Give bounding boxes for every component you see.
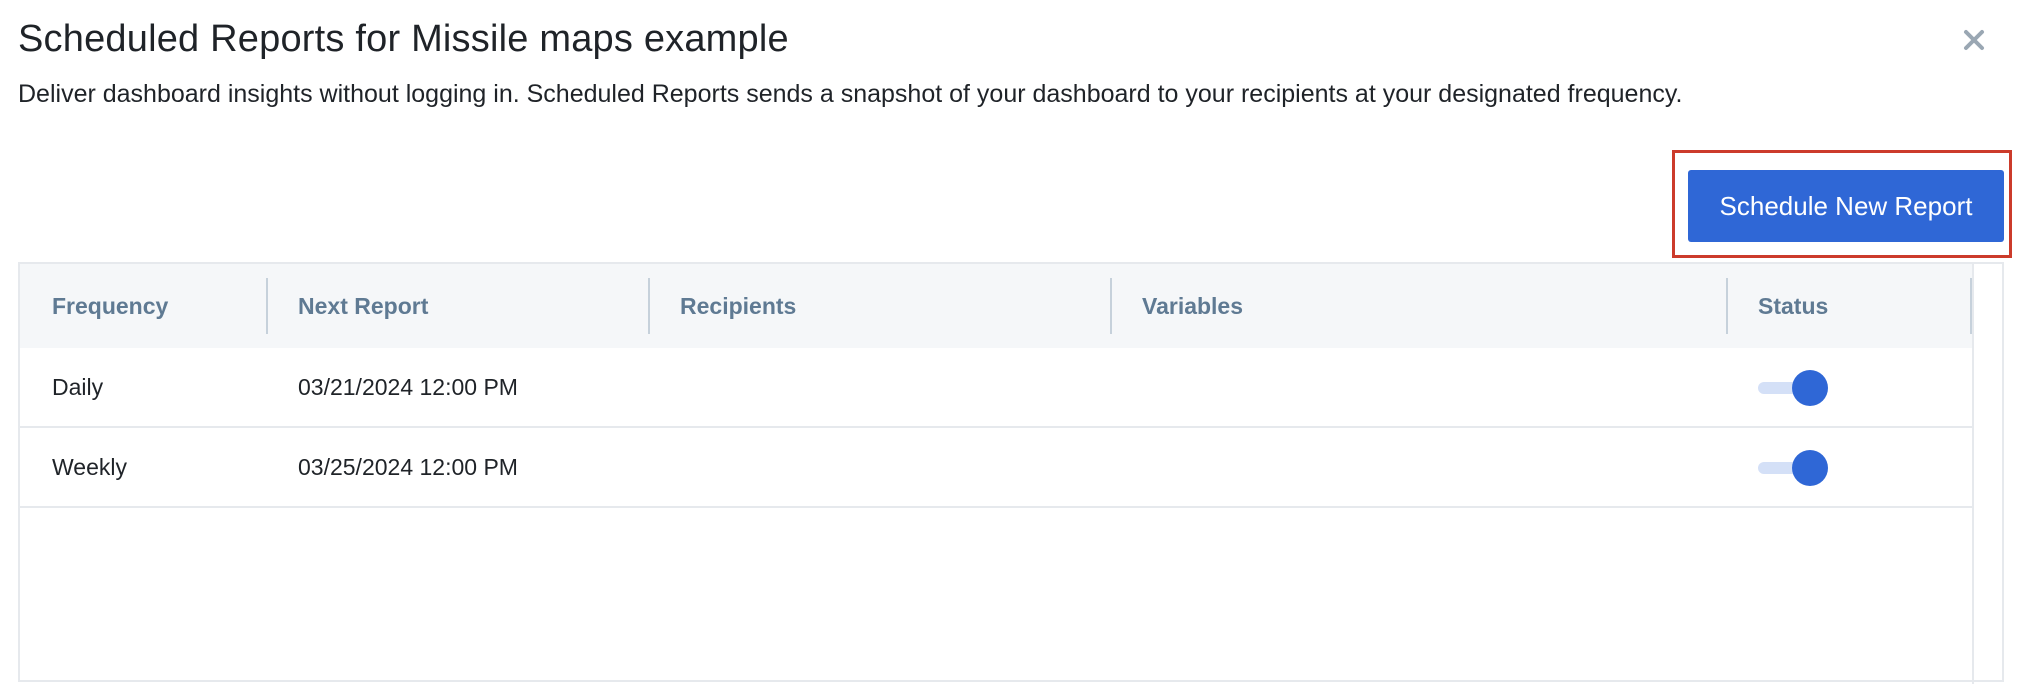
column-divider[interactable] xyxy=(1726,278,1728,334)
column-divider[interactable] xyxy=(1110,278,1112,334)
column-divider[interactable] xyxy=(648,278,650,334)
toggle-knob xyxy=(1792,450,1828,486)
scheduled-reports-modal: Scheduled Reports for Missile maps examp… xyxy=(0,0,2022,684)
cell-next-report: 03/25/2024 12:00 PM xyxy=(298,453,518,480)
status-toggle[interactable] xyxy=(1758,368,1828,408)
cell-frequency: Weekly xyxy=(52,453,127,480)
column-header-next-report[interactable]: Next Report xyxy=(298,264,428,348)
column-header-status[interactable]: Status xyxy=(1758,264,1828,348)
column-header-recipients[interactable]: Recipients xyxy=(680,264,796,348)
cell-frequency: Daily xyxy=(52,373,104,400)
close-icon xyxy=(1964,30,1984,50)
table-row[interactable]: Weekly 03/25/2024 12:00 PM xyxy=(20,428,1972,508)
modal-title: Scheduled Reports for Missile maps examp… xyxy=(18,18,789,60)
toggle-knob xyxy=(1792,370,1828,406)
cell-next-report: 03/21/2024 12:00 PM xyxy=(298,373,518,400)
scheduled-reports-table: Frequency Next Report Recipients Variabl… xyxy=(18,262,2004,684)
schedule-new-report-button[interactable]: Schedule New Report xyxy=(1688,170,2004,242)
table-header: Frequency Next Report Recipients Variabl… xyxy=(20,264,1974,348)
column-header-frequency[interactable]: Frequency xyxy=(52,264,168,348)
column-header-variables[interactable]: Variables xyxy=(1142,264,1243,348)
column-divider[interactable] xyxy=(266,278,268,334)
status-toggle[interactable] xyxy=(1758,448,1828,488)
table-row[interactable]: Daily 03/21/2024 12:00 PM xyxy=(20,348,1972,428)
table-body: Daily 03/21/2024 12:00 PM Weekly 03/25/2… xyxy=(20,348,1974,684)
column-divider[interactable] xyxy=(1970,278,1972,334)
modal-description: Deliver dashboard insights without loggi… xyxy=(18,80,1683,108)
close-button[interactable] xyxy=(1956,22,1992,58)
